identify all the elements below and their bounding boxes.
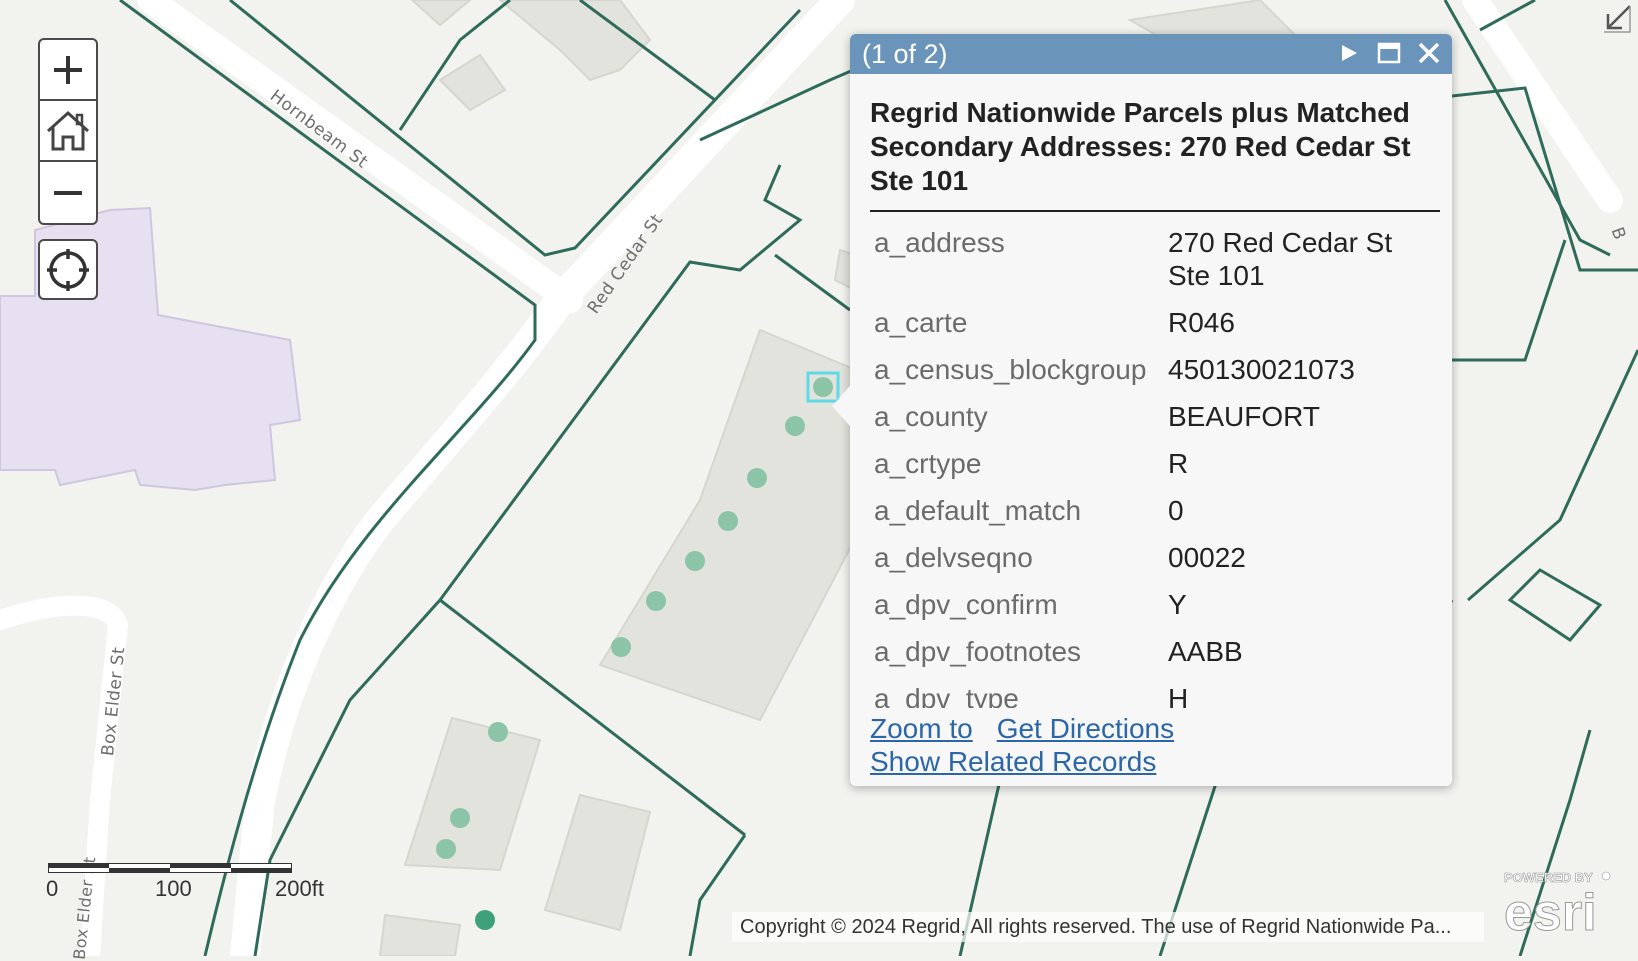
zoom-out-button[interactable] <box>40 162 96 223</box>
maximize-icon <box>1377 42 1401 64</box>
crosshair-icon <box>47 248 89 291</box>
scale-label-100: 100 <box>155 876 192 901</box>
attribute-value: R <box>1168 448 1189 479</box>
minus-icon <box>54 190 82 195</box>
attribute-value: 0 <box>1168 495 1184 526</box>
attribute-row: a_county BEAUFORT <box>870 400 1440 433</box>
scale-bar <box>48 863 292 873</box>
attribute-value: 270 Red Cedar St Ste 101 <box>1168 227 1393 291</box>
popup-pointer <box>832 386 850 426</box>
get-directions-link[interactable]: Get Directions <box>997 713 1174 744</box>
zoom-in-button[interactable] <box>40 40 96 101</box>
locate-button[interactable] <box>38 239 98 300</box>
attribute-row: a_dpv_type H <box>870 682 1440 708</box>
attribute-key: a_dpv_confirm <box>874 589 1058 620</box>
home-icon <box>46 110 90 150</box>
esri-wordmark: esri <box>1504 884 1597 938</box>
play-icon <box>1342 45 1357 61</box>
next-feature-button[interactable] <box>1336 40 1362 66</box>
scale-label-0: 0 <box>46 876 59 901</box>
close-icon <box>1418 42 1440 64</box>
attribute-key: a_county <box>874 401 988 432</box>
home-button[interactable] <box>40 101 96 162</box>
attribute-row: a_dpv_confirm Y <box>870 588 1440 621</box>
popup-actions: Zoom to Get Directions Show Related Recor… <box>870 712 1440 778</box>
feature-popup: (1 of 2) Regrid Nationwide Parcels plus … <box>832 34 1452 786</box>
scale-label-200: 200ft <box>275 876 324 901</box>
popup-title: Regrid Nationwide Parcels plus Matched S… <box>870 96 1440 212</box>
attribute-value: Y <box>1168 589 1187 620</box>
attribute-row: a_delvseqno 00022 <box>870 541 1440 574</box>
attribute-table[interactable]: a_address 270 Red Cedar St Ste 101 a_cart… <box>870 212 1440 708</box>
attribute-key: a_dpv_type <box>874 683 1019 708</box>
attribute-row: a_default_match 0 <box>870 494 1440 527</box>
attribute-key: a_address <box>874 227 1005 258</box>
popup-pager: (1 of 2) <box>862 38 948 69</box>
zoom-to-link[interactable]: Zoom to <box>870 713 973 744</box>
show-related-records-link[interactable]: Show Related Records <box>870 746 1156 777</box>
attribute-key: a_crtype <box>874 448 982 479</box>
attribute-value: 00022 <box>1168 542 1246 573</box>
attribute-key: a_census_blockgroup <box>874 354 1147 385</box>
map-attribution[interactable]: Copyright © 2024 Regrid, All rights rese… <box>732 912 1484 942</box>
attribute-value: R046 <box>1168 307 1235 338</box>
close-button[interactable] <box>1416 40 1442 66</box>
map-zoom-controls <box>38 38 98 225</box>
attribute-row: a_census_blockgroup 450130021073 <box>870 353 1440 386</box>
maximize-button[interactable] <box>1376 40 1402 66</box>
esri-logo[interactable]: POWERED BY esri <box>1502 868 1618 938</box>
attribute-value: BEAUFORT <box>1168 401 1320 432</box>
attribute-value: H <box>1168 683 1189 708</box>
attribute-key: a_carte <box>874 307 968 338</box>
attribute-key: a_dpv_footnotes <box>874 636 1082 667</box>
attribute-row: a_carte R046 <box>870 306 1440 339</box>
powered-by-text: POWERED BY <box>1504 870 1593 885</box>
attribute-value: AABB <box>1168 636 1243 667</box>
attribute-row: a_crtype R <box>870 447 1440 480</box>
attribute-value: 450130021073 <box>1168 354 1355 385</box>
plus-icon <box>54 55 82 84</box>
popup-header: (1 of 2) <box>850 34 1452 74</box>
attribute-key: a_default_match <box>874 495 1082 526</box>
collapse-arrow-icon[interactable] <box>1600 2 1634 36</box>
attribute-row: a_address 270 Red Cedar St Ste 101 <box>870 226 1440 292</box>
attribute-row: a_dpv_footnotes AABB <box>870 635 1440 668</box>
attribute-key: a_delvseqno <box>874 542 1033 573</box>
